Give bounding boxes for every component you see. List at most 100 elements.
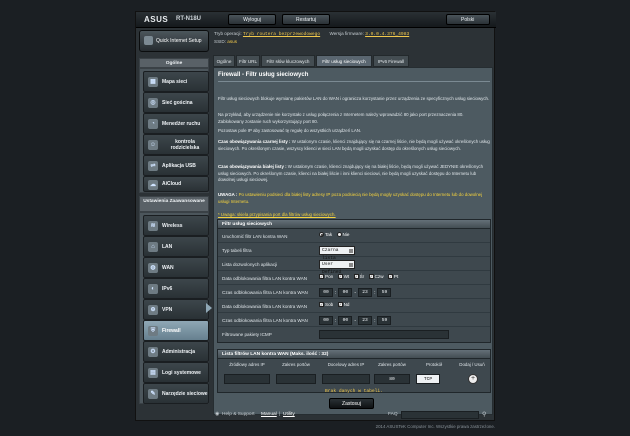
col-dest-ip: Docelowy adres IP	[327, 362, 365, 367]
sidebar-item-aicloud[interactable]: ☁ AiCloud	[143, 176, 209, 192]
weekday-to-hour-input[interactable]: 23	[358, 288, 373, 297]
faq-label: FAQ	[388, 412, 398, 417]
firmware-link[interactable]: 3.0.0.4.376_4983	[365, 32, 409, 37]
weekday-label: Data odblokowania filtra LAN kontra WAN	[222, 276, 308, 281]
enable-no-radio[interactable]	[336, 232, 342, 238]
protocol-select[interactable]: TCP	[416, 374, 440, 384]
no-label: Nie	[342, 232, 350, 238]
dest-port-input[interactable]: 80	[374, 374, 410, 384]
sidebar-item-network-tools[interactable]: ✎ Narzędzie sieciowe	[143, 383, 209, 404]
filter-type-select[interactable]: Czarna lista	[319, 246, 355, 261]
allowed-apps-row: Lista dozwolonych aplikacji User Defined	[218, 258, 490, 275]
mode-link[interactable]: Tryb routera bezprzewodowego	[243, 32, 320, 37]
quick-internet-setup-button[interactable]: Quick Internet Setup	[139, 30, 209, 52]
language-select[interactable]: Polski	[446, 14, 490, 25]
tab-url-filter[interactable]: Filtr URL	[236, 55, 260, 67]
weekend-row: Data odblokowania filtra LAN kontra WAN …	[218, 300, 490, 313]
page-title: Firewall - Filtr usług sieciowych	[218, 72, 309, 78]
sidebar-item-vpn[interactable]: ⊕ VPN	[143, 299, 209, 320]
enable-filter-options: Tak Nie	[319, 232, 352, 241]
cloud-icon: ☁	[148, 180, 158, 190]
col-source-ip: Źródłowy adres IP	[229, 362, 265, 367]
weekend-to-hour-input[interactable]: 23	[358, 316, 373, 325]
sidebar-item-network-map[interactable]: ▦ Mapa sieci	[143, 71, 209, 92]
tue-checkbox[interactable]: ✓	[337, 274, 343, 280]
main-content: Firewall - Filtr usług sieciowych Filtr …	[213, 67, 493, 415]
description-1: Filtr usług sieciowych blokuje wymianę p…	[218, 96, 490, 101]
logout-button[interactable]: Wyloguj	[228, 14, 276, 25]
advanced-section-header: Ustawienia Zaawansowane	[139, 196, 209, 212]
wizard-icon	[144, 36, 153, 45]
source-ip-input[interactable]	[224, 374, 270, 384]
weekday-to-minute-input[interactable]: 59	[377, 288, 392, 297]
sidebar-item-traffic-manager[interactable]: ◔ Menedżer ruchu	[143, 113, 209, 134]
note-description: UWAGA : Po ustawieniu podsieci dla białe…	[218, 192, 490, 205]
weekend-from-minute-input[interactable]: 00	[338, 316, 353, 325]
sidebar: Quick Internet Setup Ogólne ▦ Mapa sieci …	[139, 30, 211, 420]
sidebar-item-usb-application[interactable]: ⇌ Aplikacja USB	[143, 155, 209, 176]
sidebar-item-administration[interactable]: ⚙ Administracja	[143, 341, 209, 362]
sidebar-item-wireless[interactable]: ≋ Wireless	[143, 215, 209, 236]
sidebar-item-wan[interactable]: ◍ WAN	[143, 257, 209, 278]
whitelist-description: Czas obowiązywania białej listy : W usta…	[218, 164, 490, 184]
sun-checkbox[interactable]: ✓	[337, 302, 343, 308]
col-port-range-1: Zakres portów	[282, 362, 310, 367]
mon-checkbox[interactable]: ✓	[319, 274, 324, 280]
icmp-wrap	[319, 330, 449, 339]
help-support-label: Help & Support	[222, 412, 255, 417]
sidebar-item-firewall[interactable]: ⛨ Firewall	[143, 320, 209, 341]
sidebar-item-ipv6[interactable]: ◐ IPv6	[143, 278, 209, 299]
sat-checkbox[interactable]: ✓	[319, 302, 324, 308]
fri-checkbox[interactable]: ✓	[387, 274, 393, 280]
traffic-manager-icon: ◔	[148, 119, 158, 129]
thu-checkbox[interactable]: ✓	[368, 274, 374, 280]
tab-general[interactable]: Ogólne	[213, 55, 235, 67]
weekday-from-hour-input[interactable]: 00	[319, 288, 333, 297]
port-info-link[interactable]: * Uwaga: skiela przypisania port dla fil…	[218, 212, 336, 217]
utility-link[interactable]: Utility	[283, 412, 295, 417]
filter-list-table: Lista filtrów LAN kontra WAN (Maks. iloś…	[217, 349, 491, 394]
usb-icon: ⇌	[148, 161, 158, 171]
sidebar-item-label: LAN	[162, 243, 173, 250]
weekday-from-minute-input[interactable]: 00	[338, 288, 353, 297]
sidebar-item-lan[interactable]: ⌂ LAN	[143, 236, 209, 257]
weekend-from-hour-input[interactable]: 00	[319, 316, 333, 325]
info-bar: Tryb operacji: Tryb routera bezprzewodow…	[214, 29, 494, 51]
enable-yes-radio[interactable]	[319, 232, 324, 238]
weekend-to-minute-input[interactable]: 59	[377, 316, 392, 325]
sidebar-item-label: Aplikacja USB	[162, 162, 196, 169]
sidebar-item-label: Logi systemowe	[162, 369, 201, 376]
apply-button[interactable]: Zastosuj	[329, 398, 374, 409]
sidebar-item-system-log[interactable]: ▤ Logi systemowe	[143, 362, 209, 383]
sidebar-item-parental-control[interactable]: ☺ kontrola rodzicielska	[143, 134, 209, 155]
sidebar-item-label: kontrola rodzicielska	[170, 138, 200, 151]
manual-link[interactable]: Manual	[261, 412, 277, 417]
faq-search-input[interactable]	[401, 411, 479, 419]
search-icon[interactable]: ⚲	[482, 411, 486, 418]
allowed-apps-select[interactable]: User Defined	[319, 260, 355, 275]
network-map-icon: ▦	[148, 77, 158, 87]
tab-keyword-filter[interactable]: Filtr słów kluczowych	[261, 55, 315, 67]
sidebar-item-guest-network[interactable]: ◎ Sieć gościna	[143, 92, 209, 113]
filter-type-label: Typ tabeli filtra	[222, 248, 252, 253]
title-divider	[218, 81, 490, 82]
ssid-label: SSID:	[214, 39, 226, 44]
wed-checkbox[interactable]: ✓	[353, 274, 359, 280]
icmp-input[interactable]	[319, 330, 449, 339]
weekend-checkboxes: ✓ Sob ✓ Nd	[319, 302, 352, 311]
col-protocol: Protokół	[425, 362, 443, 367]
tab-ipv6-firewall[interactable]: IPv6 Firewall	[373, 55, 409, 67]
firewall-icon: ⛨	[148, 326, 158, 336]
sidebar-item-label: Sieć gościna	[162, 99, 193, 106]
icmp-row: Filtrowane pakiety ICMP	[218, 328, 490, 341]
note-title: UWAGA :	[218, 192, 238, 197]
add-rule-icon[interactable]: +	[468, 374, 478, 384]
network-tools-icon: ✎	[148, 389, 158, 399]
restart-button[interactable]: Restartuj	[282, 14, 330, 25]
sidebar-item-label: IPv6	[162, 285, 173, 292]
col-port-range-2: Zakres portów	[378, 362, 406, 367]
dest-ip-input[interactable]	[322, 374, 370, 384]
weekday-time-label: Czas odblokowania filtra LAN kontra WAN	[222, 290, 308, 295]
tab-network-services-filter[interactable]: Filtr usług sieciowych	[316, 55, 372, 67]
source-port-input[interactable]	[276, 374, 316, 384]
